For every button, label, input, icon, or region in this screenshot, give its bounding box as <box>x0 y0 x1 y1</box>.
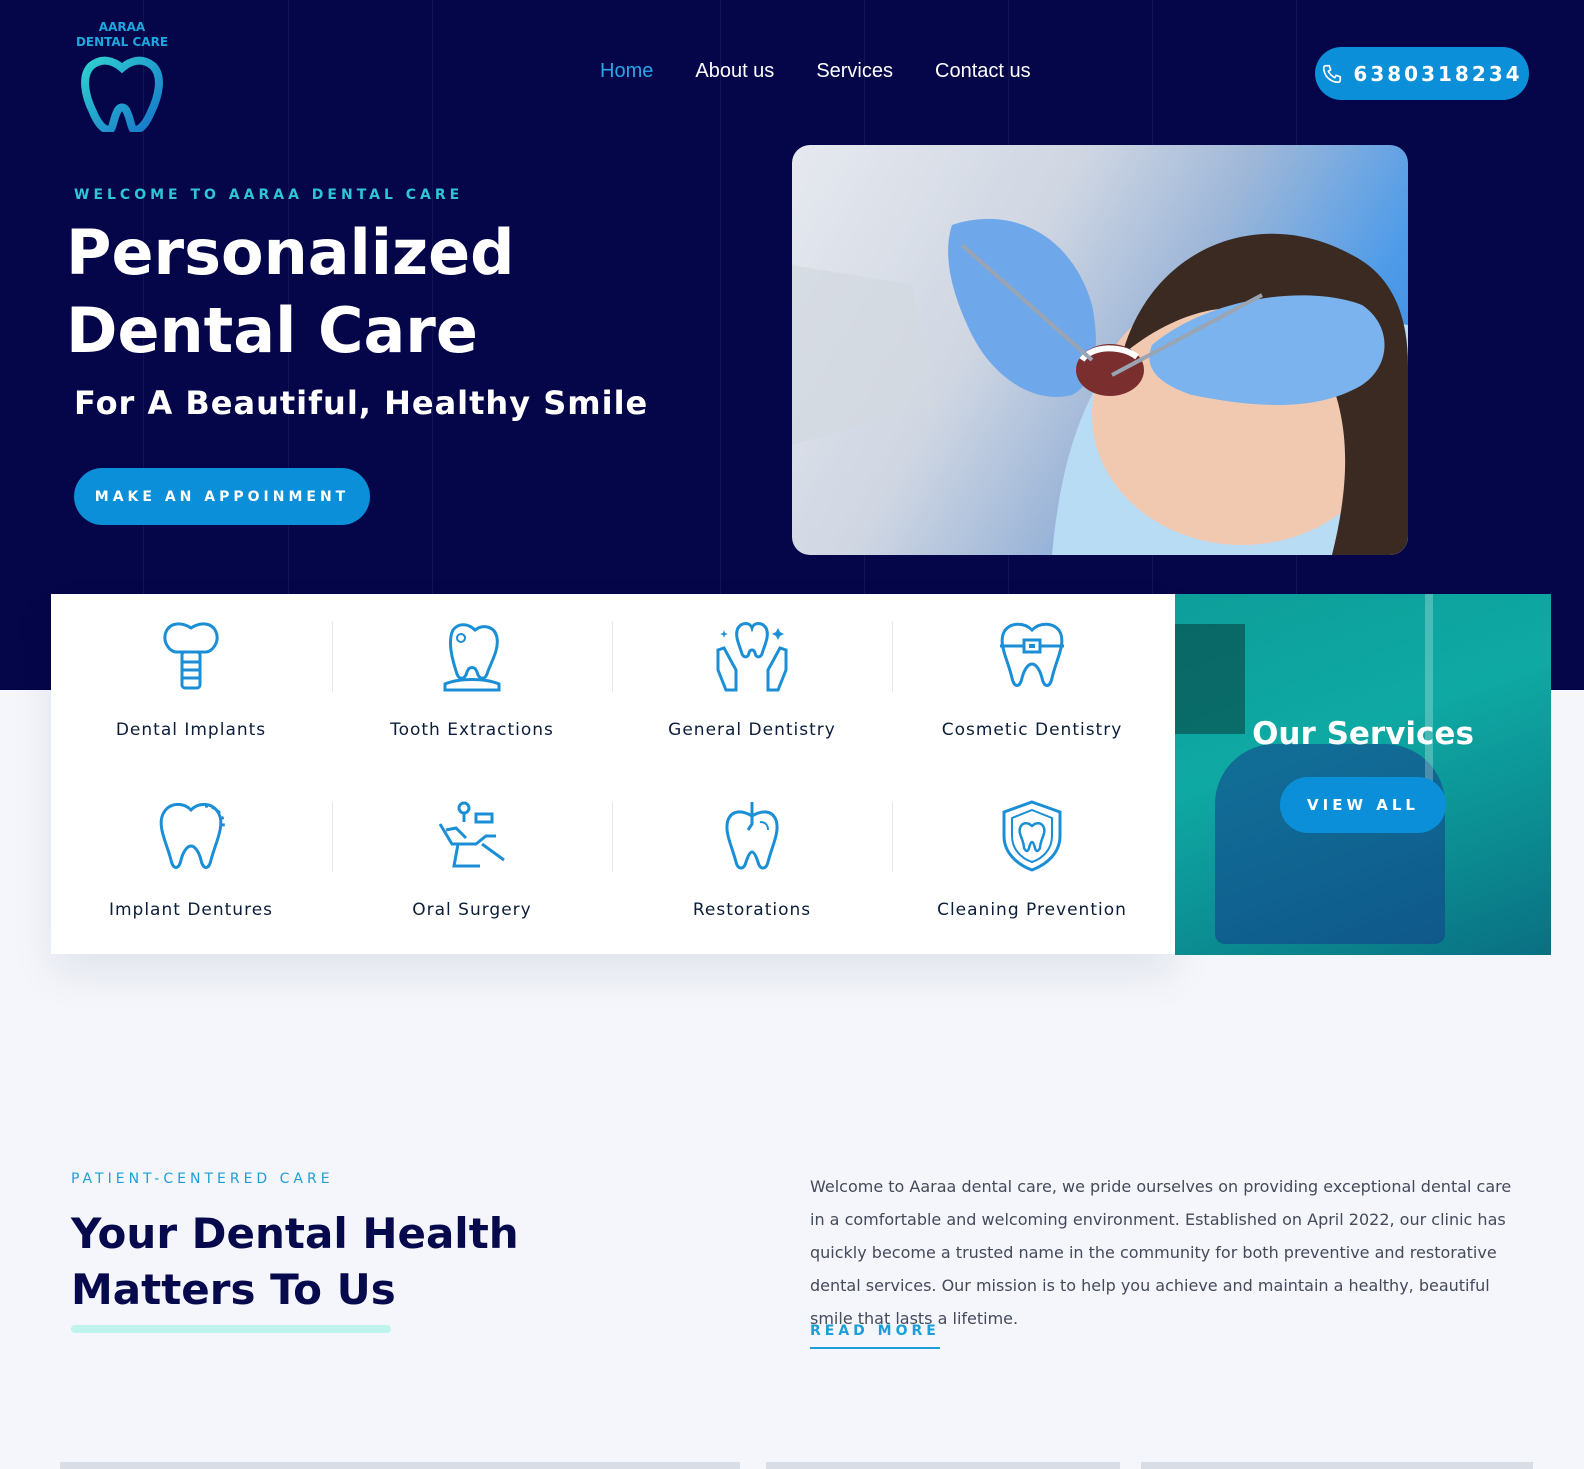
hero-title-line1: Personalized <box>66 216 515 289</box>
service-label: Dental Implants <box>115 720 267 740</box>
about-paragraph: Welcome to Aaraa dental care, we pride o… <box>810 1177 1512 1328</box>
nav-link-home[interactable]: Home <box>600 60 653 83</box>
nav-link-services[interactable]: Services <box>816 60 893 83</box>
service-oral-surgery[interactable]: Oral Surgery <box>332 800 612 920</box>
hero-title: Personalized Dental Care <box>66 214 586 370</box>
dental-chair-icon <box>438 801 505 868</box>
service-dental-implants[interactable]: Dental Implants <box>51 620 331 740</box>
service-label: Cosmetic Dentistry <box>941 720 1123 740</box>
our-services-title: Our Services <box>1252 716 1474 752</box>
service-label: General Dentistry <box>668 720 836 740</box>
image-strip <box>766 1462 1120 1469</box>
tooth-extraction-icon <box>443 623 501 692</box>
services-grid: Dental Implants Tooth Extractions Genera… <box>51 594 1175 954</box>
nav-link-about[interactable]: About us <box>695 60 774 83</box>
dental-chair-background <box>1215 744 1445 944</box>
image-strip <box>1141 1462 1533 1469</box>
hero-tagline: For A Beautiful, Healthy Smile <box>74 384 649 422</box>
tooth-dashed-icon <box>159 803 225 869</box>
hero-title-line2: Dental Care <box>66 294 478 367</box>
section-title-line1: Your Dental Health <box>71 1209 519 1258</box>
tooth-shield-icon <box>1002 800 1062 872</box>
hands-tooth-icon <box>716 622 788 692</box>
tooth-braces-icon <box>1000 622 1064 687</box>
dentist-patient-illustration <box>792 218 1408 555</box>
image-strip <box>60 1462 740 1469</box>
title-underline <box>71 1325 391 1333</box>
section-title-line2: Matters To Us <box>71 1265 396 1314</box>
dental-implant-icon <box>163 622 219 690</box>
logo-text-line1: AARAA <box>98 20 146 34</box>
section-eyebrow: PATIENT-CENTERED CARE <box>71 1171 334 1187</box>
service-tooth-extractions[interactable]: Tooth Extractions <box>332 620 612 740</box>
nav-link-contact[interactable]: Contact us <box>935 60 1031 83</box>
service-cleaning-prevention[interactable]: Cleaning Prevention <box>892 800 1172 920</box>
tooth-restoration-icon <box>725 802 779 870</box>
phone-number: 6380318234 <box>1353 61 1523 86</box>
welcome-eyebrow: WELCOME TO AARAA DENTAL CARE <box>74 187 464 203</box>
read-more-link[interactable]: READ MORE <box>810 1323 940 1349</box>
service-label: Implant Dentures <box>108 900 274 920</box>
section-title: Your Dental Health Matters To Us <box>71 1206 591 1318</box>
service-label: Cleaning Prevention <box>937 900 1127 920</box>
decorative-line <box>720 0 721 690</box>
main-nav: Home About us Services Contact us <box>600 60 1031 83</box>
make-appointment-button[interactable]: MAKE AN APPOINMENT <box>74 468 370 525</box>
service-general-dentistry[interactable]: General Dentistry <box>612 620 892 740</box>
hero-image <box>792 145 1408 555</box>
phone-icon <box>1323 64 1342 83</box>
service-cosmetic-dentistry[interactable]: Cosmetic Dentistry <box>892 620 1172 740</box>
service-label: Oral Surgery <box>412 900 532 920</box>
service-label: Restorations <box>692 900 812 920</box>
hero-section: AARAA DENTAL CARE Home About us Services… <box>0 0 1584 690</box>
our-services-panel: Our Services VIEW ALL <box>1175 594 1551 955</box>
logo-text-line2: DENTAL CARE <box>75 35 169 49</box>
phone-button[interactable]: 6380318234 <box>1315 47 1529 100</box>
service-implant-dentures[interactable]: Implant Dentures <box>51 800 331 920</box>
logo[interactable]: AARAA DENTAL CARE <box>72 20 172 132</box>
tooth-logo-icon <box>81 56 163 132</box>
view-all-button[interactable]: VIEW ALL <box>1280 777 1446 833</box>
service-restorations[interactable]: Restorations <box>612 800 892 920</box>
service-label: Tooth Extractions <box>390 720 554 740</box>
